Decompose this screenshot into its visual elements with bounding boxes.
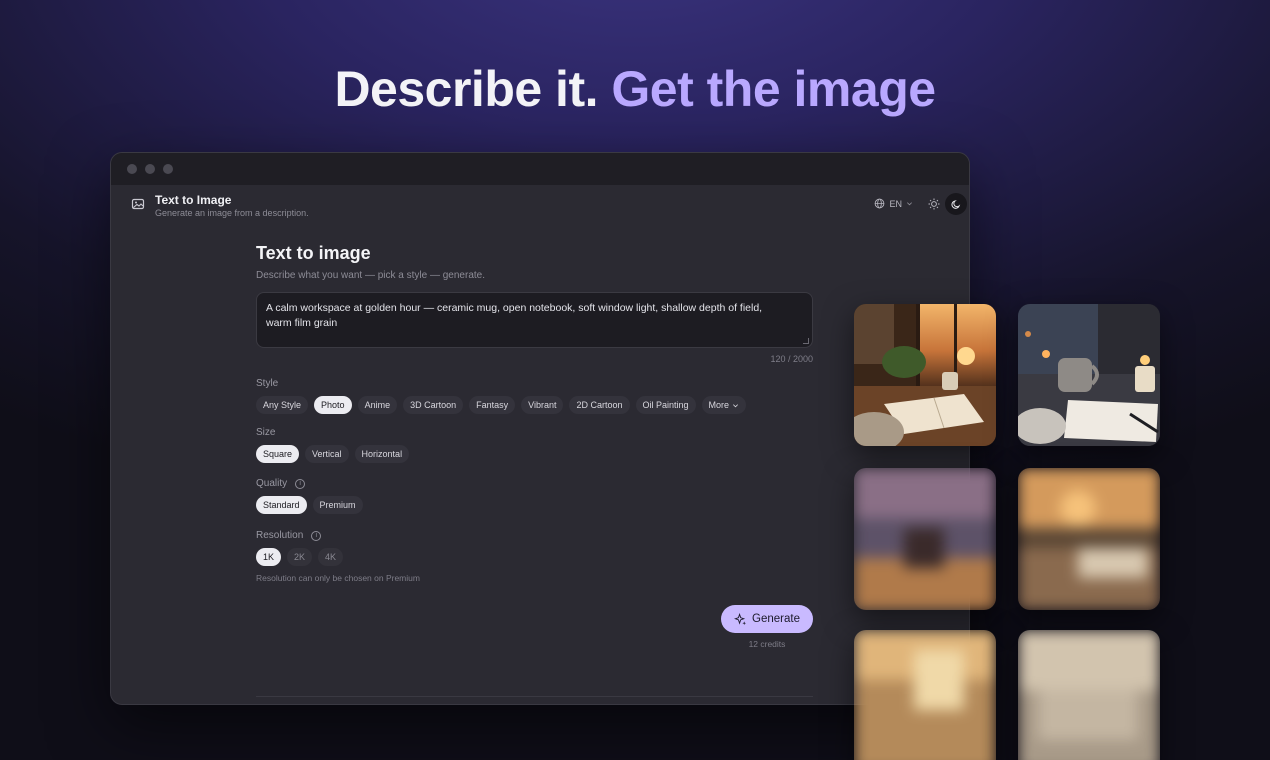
size-horizontal[interactable]: Horizontal [354,445,410,463]
size-label: Size [256,427,813,438]
resolution-label-text: Resolution [256,530,304,541]
blurred-preview-thumbnail [854,468,996,610]
app-header: Text to Image Generate an image from a d… [111,185,969,225]
generate-label: Generate [752,613,800,625]
prompt-line-1: A calm workspace at golden hour — cerami… [266,302,763,314]
style-anime[interactable]: Anime [357,396,398,414]
language-label: EN [889,198,902,209]
chevron-down-icon [733,403,739,407]
blurred-preview-thumbnail [1018,630,1160,760]
info-icon[interactable]: i [295,478,306,489]
resolution-note: Resolution can only be chosen on Premium [256,573,420,583]
globe-icon [875,198,885,209]
sun-icon[interactable] [927,197,941,211]
resize-handle[interactable] [803,338,809,344]
app-window: Text to Image Generate an image from a d… [110,152,970,705]
resolution-options: 1K 2K 4K [256,548,813,566]
form-divider [256,696,813,697]
style-more-button[interactable]: More [701,396,747,414]
generated-image-2[interactable] [1018,304,1160,446]
style-3d-cartoon[interactable]: 3D Cartoon [403,396,464,414]
resolution-1k[interactable]: 1K [256,548,282,566]
style-label-text: Style [256,378,279,389]
generate-area: Generate 12 credits [693,605,813,649]
style-photo[interactable]: Photo [314,396,352,414]
quality-label-text: Quality [256,478,288,489]
generator-form: Text to image Describe what you want — p… [256,243,813,649]
moon-icon [951,199,960,209]
generated-image-1[interactable] [854,304,996,446]
hero-headline: Describe it. Get the image [0,60,1270,118]
hero-accent: Get the image [611,61,936,117]
blurred-preview-thumbnail [854,630,996,760]
size-square[interactable]: Square [256,445,300,463]
blurred-preview-thumbnail [1018,468,1160,610]
window-minimize-dot[interactable] [145,164,155,174]
resolution-2k[interactable]: 2K [287,548,313,566]
generated-image-3-loading[interactable] [854,468,996,610]
size-options: Square Vertical Horizontal [256,445,813,463]
style-2d-cartoon[interactable]: 2D Cartoon [569,396,630,414]
quality-standard[interactable]: Standard [256,496,307,514]
language-selector[interactable]: EN [874,198,913,209]
quality-options: Standard Premium [256,496,813,514]
style-options: Any Style Photo Anime 3D Cartoon Fantasy… [256,396,813,414]
resolution-4k[interactable]: 4K [318,548,344,566]
style-more-label: More [708,400,730,410]
prompt-line-2: warm film grain [266,317,338,329]
generated-image-6-loading[interactable] [1018,630,1160,760]
sparkle-icon [734,612,747,625]
character-counter: 120 / 2000 [770,354,813,364]
credits-cost: 12 credits [748,639,786,649]
info-icon[interactable]: i [311,530,322,541]
page-title: Text to image [256,243,371,263]
resolution-label: Resolution i [256,530,813,541]
style-oil-painting[interactable]: Oil Painting [635,396,696,414]
window-close-dot[interactable] [127,164,137,174]
size-label-text: Size [256,427,276,438]
hero-lead: Describe it. [334,61,598,117]
dark-mode-toggle[interactable] [945,193,967,215]
generated-image-5-loading[interactable] [854,630,996,760]
app-title: Text to Image [155,193,232,207]
style-label: Style [256,378,813,389]
window-zoom-dot[interactable] [163,164,173,174]
quality-label: Quality i [256,478,813,489]
window-titlebar [111,153,969,185]
app-subtitle: Generate an image from a description. [155,208,309,218]
generate-button[interactable]: Generate [721,605,813,633]
workspace-photo-thumbnail [854,304,996,446]
page-subtitle: Describe what you want — pick a style — … [256,270,485,281]
size-vertical[interactable]: Vertical [305,445,349,463]
style-fantasy[interactable]: Fantasy [469,396,516,414]
style-vibrant[interactable]: Vibrant [521,396,564,414]
prompt-textarea[interactable]: A calm workspace at golden hour — cerami… [256,292,813,348]
generated-image-4-loading[interactable] [1018,468,1160,610]
image-icon [131,198,145,210]
style-any[interactable]: Any Style [256,396,309,414]
quality-premium[interactable]: Premium [312,496,363,514]
mug-candle-photo-thumbnail [1018,304,1160,446]
chevron-down-icon [907,202,912,206]
